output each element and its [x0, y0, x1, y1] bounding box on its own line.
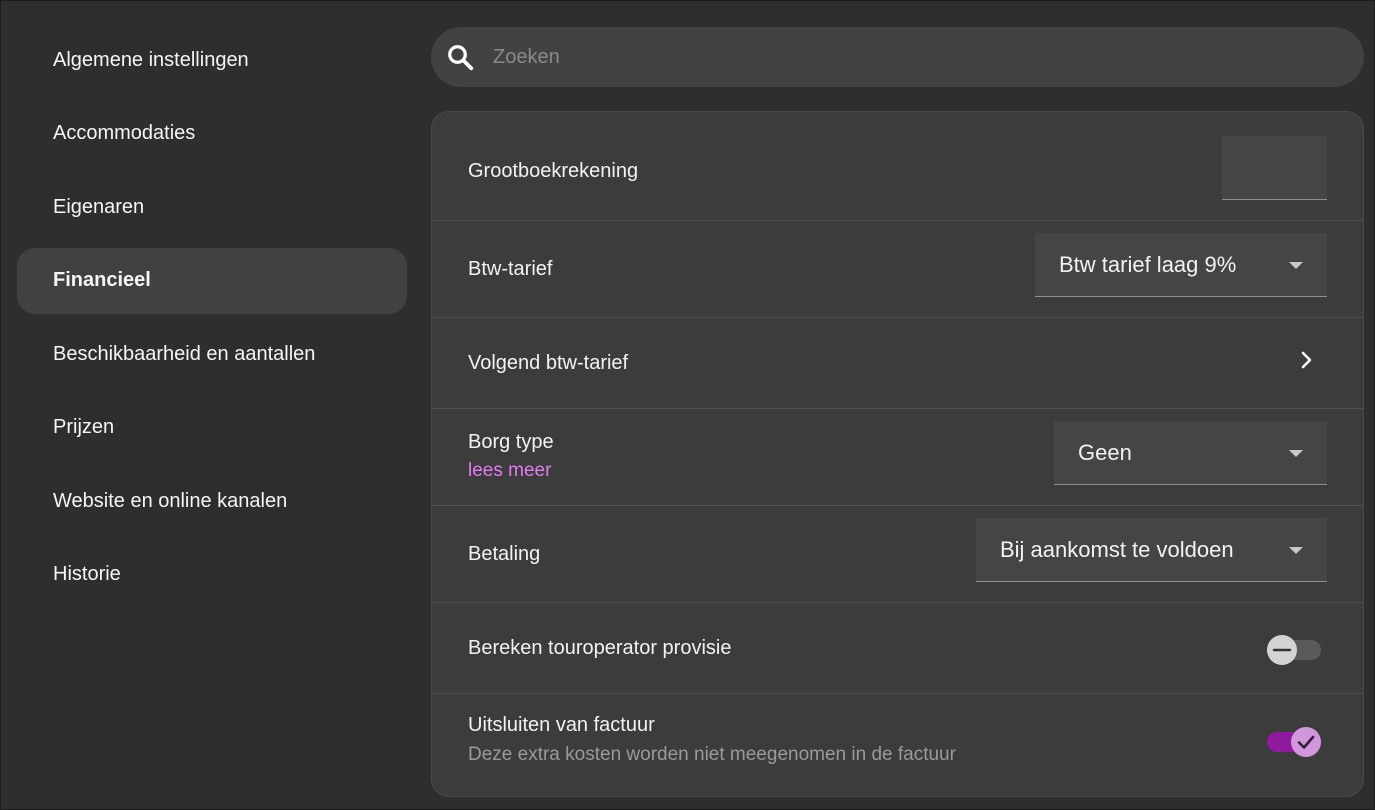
- sidebar-item-historie[interactable]: Historie: [17, 542, 407, 608]
- row-volgend-btw-tarief[interactable]: Volgend btw-tarief: [432, 318, 1363, 409]
- sidebar-item-label: Beschikbaarheid en aantallen: [53, 342, 316, 365]
- btw-tarief-select[interactable]: Btw tarief laag 9%: [1035, 233, 1327, 297]
- sidebar-item-label: Historie: [53, 563, 121, 585]
- borg-type-select[interactable]: Geen: [1054, 421, 1327, 485]
- row-borg-type: Borg type lees meer Geen: [432, 409, 1363, 506]
- search-input[interactable]: [491, 44, 1364, 70]
- search-icon: [448, 45, 474, 71]
- betaling-select[interactable]: Bij aankomst te voldoen: [976, 518, 1327, 582]
- check-icon: [1291, 727, 1321, 757]
- minus-icon: [1267, 635, 1297, 665]
- sidebar-item-eigenaren[interactable]: Eigenaren: [17, 174, 407, 240]
- sidebar-item-financieel[interactable]: Financieel: [17, 247, 407, 314]
- volgend-btw-tarief-label: Volgend btw-tarief: [468, 352, 629, 374]
- row-grootboekrekening: Grootboekrekening: [432, 112, 1363, 221]
- row-betaling: Betaling Bij aankomst te voldoen: [432, 506, 1363, 603]
- chevron-right-icon[interactable]: [1297, 350, 1317, 370]
- sidebar-item-beschikbaarheid[interactable]: Beschikbaarheid en aantallen: [17, 321, 407, 387]
- financial-settings-card: Grootboekrekening Btw-tarief Btw tarief …: [431, 111, 1364, 797]
- btw-tarief-value: Btw tarief laag 9%: [1059, 251, 1237, 277]
- chevron-down-icon: [1289, 261, 1303, 269]
- sidebar-item-label: Accommodaties: [53, 122, 196, 144]
- sidebar-item-prijzen[interactable]: Prijzen: [17, 395, 407, 461]
- row-touroperator-provisie: Bereken touroperator provisie: [432, 603, 1363, 694]
- uitsluiten-factuur-label: Uitsluiten van factuur: [468, 714, 655, 736]
- sidebar-item-label: Financieel: [53, 269, 151, 291]
- sidebar-item-algemene-instellingen[interactable]: Algemene instellingen: [17, 27, 407, 93]
- lees-meer-link[interactable]: lees meer: [468, 460, 551, 482]
- uitsluiten-factuur-description: Deze extra kosten worden niet meegenomen…: [468, 744, 956, 765]
- sidebar-item-website[interactable]: Website en online kanalen: [17, 468, 407, 534]
- uitsluiten-factuur-toggle[interactable]: [1267, 727, 1321, 757]
- search-bar[interactable]: [431, 27, 1364, 87]
- sidebar-item-label: Algemene instellingen: [53, 48, 249, 71]
- grootboekrekening-input[interactable]: [1222, 136, 1327, 200]
- sidebar-item-label: Prijzen: [53, 416, 115, 438]
- sidebar-item-accommodaties[interactable]: Accommodaties: [17, 101, 407, 167]
- touroperator-provisie-toggle[interactable]: [1267, 635, 1321, 665]
- app-frame: Algemene instellingen Accommodaties Eige…: [0, 0, 1375, 810]
- sidebar-item-label: Website en online kanalen: [53, 489, 288, 512]
- betaling-value: Bij aankomst te voldoen: [1000, 536, 1234, 562]
- row-btw-tarief: Btw-tarief Btw tarief laag 9%: [432, 221, 1363, 318]
- touroperator-provisie-label: Bereken touroperator provisie: [468, 637, 732, 659]
- row-uitsluiten-factuur: Uitsluiten van factuur Deze extra kosten…: [432, 694, 1363, 796]
- betaling-label: Betaling: [468, 543, 541, 565]
- sidebar-nav: Algemene instellingen Accommodaties Eige…: [17, 27, 407, 615]
- borg-type-value: Geen: [1078, 439, 1132, 465]
- btw-tarief-label: Btw-tarief: [468, 258, 553, 280]
- grootboekrekening-label: Grootboekrekening: [468, 160, 639, 182]
- borg-type-label: Borg type: [468, 431, 554, 453]
- chevron-down-icon: [1289, 546, 1303, 554]
- sidebar-item-label: Eigenaren: [53, 195, 145, 218]
- chevron-down-icon: [1289, 449, 1303, 457]
